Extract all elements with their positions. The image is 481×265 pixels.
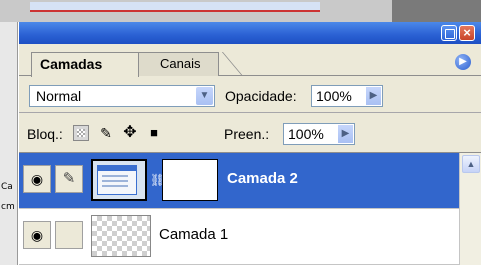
background-dark-area: [392, 0, 481, 22]
fill-label: Preen.:: [224, 126, 270, 142]
layer-row[interactable]: ◉ ✎ ⛓ Camada 2: [19, 153, 459, 209]
eye-icon[interactable]: ◉: [23, 221, 51, 249]
tab-label: Canais: [160, 56, 201, 71]
opacity-label: Opacidade:: [225, 88, 297, 104]
layer-name[interactable]: Camada 1: [159, 226, 228, 243]
chain-link-icon[interactable]: ⛓: [150, 171, 165, 189]
chevron-down-icon[interactable]: ▼: [196, 87, 213, 105]
brush-icon[interactable]: ✎: [98, 125, 114, 141]
lock-row: Bloq.: ✎ ✥ ■ Preen.: 100% ▶: [19, 114, 481, 153]
layer-name[interactable]: Camada 2: [227, 170, 298, 187]
background-text-fragment: Ca: [1, 182, 13, 192]
opacity-value: 100%: [316, 88, 352, 104]
background-text-fragment: cm: [1, 202, 15, 212]
eye-icon[interactable]: ◉: [23, 165, 51, 193]
blend-mode-value: Normal: [36, 88, 82, 104]
opacity-field[interactable]: 100% ▶: [311, 85, 383, 107]
brush-icon[interactable]: ✎: [55, 165, 83, 193]
scroll-up-icon[interactable]: ▲: [462, 155, 480, 173]
close-icon: ×: [463, 25, 471, 40]
lock-icon[interactable]: ■: [146, 125, 162, 141]
lock-label: Bloq.:: [27, 126, 63, 142]
tab-bar: Camadas Canais ▶: [19, 44, 481, 77]
tab-camadas[interactable]: Camadas: [31, 52, 139, 77]
background-window-fragment: [30, 2, 320, 12]
thumbnail-content: [97, 165, 137, 195]
minimize-button[interactable]: [441, 25, 457, 41]
tab-divider: [219, 52, 245, 76]
background-left-strip: Ca cm: [0, 22, 18, 265]
fill-field[interactable]: 100% ▶: [283, 123, 355, 145]
move-icon[interactable]: ✥: [122, 125, 138, 141]
layer-row[interactable]: ◉ Camada 1: [19, 209, 459, 265]
layers-list: ◉ ✎ ⛓ Camada 2 ◉ Camada 1: [19, 153, 459, 265]
link-cell[interactable]: [55, 221, 83, 249]
layer-mask-thumbnail[interactable]: [162, 159, 218, 201]
close-button[interactable]: ×: [459, 25, 475, 41]
panel-titlebar[interactable]: ×: [19, 22, 481, 44]
panel-menu-button[interactable]: ▶: [455, 54, 471, 70]
layers-scrollbar[interactable]: ▲: [459, 153, 481, 265]
tab-canais[interactable]: Canais: [137, 52, 219, 76]
layer-thumbnail[interactable]: [91, 159, 147, 201]
fill-slider-arrow-icon[interactable]: ▶: [338, 125, 353, 143]
blend-row: Normal ▼ Opacidade: 100% ▶: [19, 76, 481, 113]
fill-value: 100%: [288, 126, 324, 142]
lock-transparency-icon[interactable]: [73, 125, 89, 141]
opacity-slider-arrow-icon[interactable]: ▶: [366, 87, 381, 105]
tab-label: Camadas: [40, 56, 103, 72]
panel-menu-icon: ▶: [459, 56, 467, 67]
blend-mode-select[interactable]: Normal ▼: [29, 85, 215, 107]
layer-thumbnail[interactable]: [91, 215, 151, 257]
layers-panel: × Camadas Canais ▶ Normal ▼ Opacidade: 1…: [18, 22, 481, 265]
